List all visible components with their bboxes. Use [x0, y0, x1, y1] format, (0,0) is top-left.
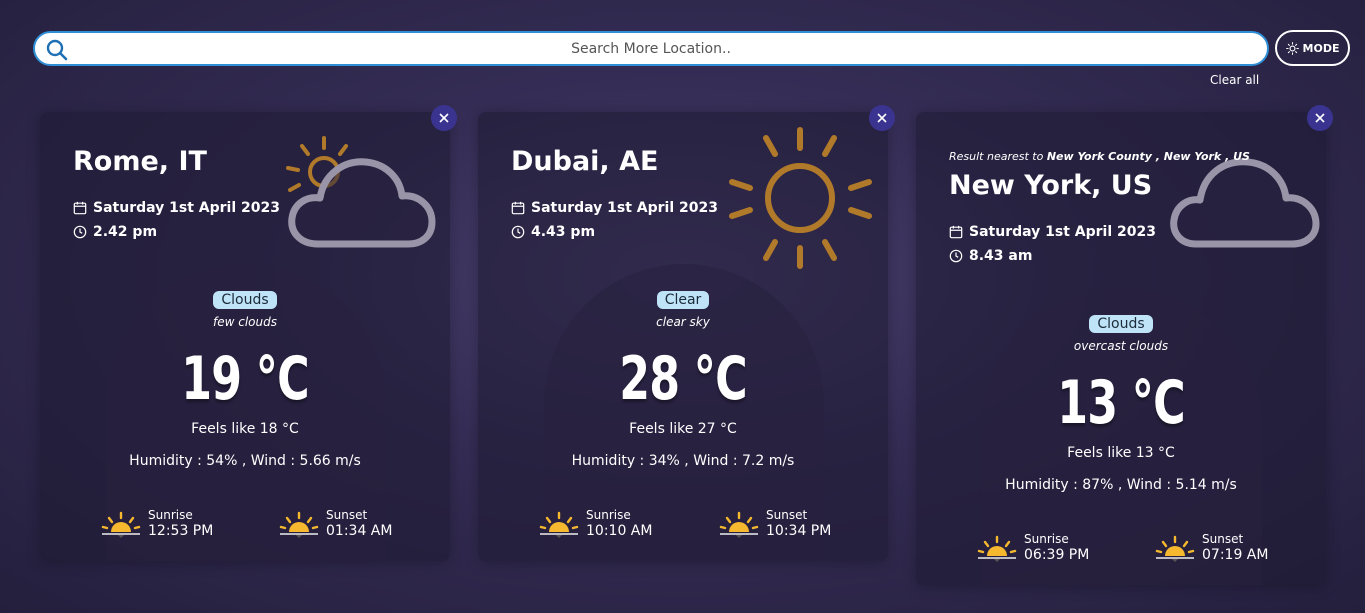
sun-behind-cloud-icon: [286, 136, 436, 248]
sunset-block: Sunset 10:34 PM: [718, 508, 831, 540]
sunset-label: Sunset: [1202, 532, 1244, 546]
sun-outline-icon: [1285, 41, 1299, 55]
cloud-icon: [1170, 158, 1320, 248]
calendar-icon: [949, 225, 963, 239]
time-row: 2.42 pm: [73, 224, 157, 240]
sunrise-time: 06:39 PM: [1024, 547, 1090, 563]
calendar-icon: [511, 201, 525, 215]
date-row: Saturday 1st April 2023: [511, 200, 718, 216]
sunrise-icon: [539, 511, 579, 538]
sunrise-label: Sunrise: [586, 508, 631, 522]
sunrise-time: 10:10 AM: [586, 523, 653, 539]
date-text: Saturday 1st April 2023: [93, 200, 280, 216]
sunset-label: Sunset: [326, 508, 368, 522]
clock-icon: [949, 249, 963, 263]
time-text: 8.43 am: [969, 248, 1033, 264]
feels-like: Feels like 27 °C: [629, 421, 737, 437]
clock-icon: [511, 225, 525, 239]
sunset-time: 07:19 AM: [1202, 547, 1269, 563]
search-bar: [33, 31, 1269, 66]
temperature: 28 °C: [619, 344, 747, 414]
sunset-time: 01:34 AM: [326, 523, 393, 539]
humidity-wind: Humidity : 54% , Wind : 5.66 m/s: [129, 453, 361, 469]
time-text: 4.43 pm: [531, 224, 596, 240]
mode-button-label: MODE: [1302, 41, 1340, 55]
time-row: 8.43 am: [949, 248, 1032, 264]
condition-description: few clouds: [213, 315, 277, 329]
time-text: 2.42 pm: [93, 224, 158, 240]
close-card-new-york-button[interactable]: [1307, 105, 1333, 131]
sunset-block: Sunset 07:19 AM: [1154, 532, 1268, 564]
sunrise-icon: [101, 511, 141, 538]
humidity-wind: Humidity : 34% , Wind : 7.2 m/s: [571, 453, 795, 469]
city-name: Dubai, AE: [511, 146, 659, 177]
weather-card-new-york: Result nearest to New York County , New …: [916, 112, 1326, 585]
feels-like: Feels like 13 °C: [1067, 445, 1175, 461]
condition-description: overcast clouds: [1073, 339, 1169, 353]
sunrise-block: Sunrise 10:10 AM: [538, 508, 652, 540]
clear-all-link[interactable]: Clear all: [1210, 73, 1259, 87]
city-name: New York, US: [949, 170, 1153, 201]
sunset-block: Sunset 01:34 AM: [278, 508, 392, 540]
search-input[interactable]: [35, 33, 1267, 64]
nearest-place: New York County , New York , US: [1046, 150, 1250, 163]
close-icon: [1315, 113, 1325, 123]
city-name: Rome, IT: [73, 146, 207, 177]
sun-icon: [729, 127, 872, 269]
sunset-icon: [719, 511, 759, 538]
temperature: 19 °C: [181, 344, 309, 414]
date-row: Saturday 1st April 2023: [949, 224, 1156, 240]
condition-description: clear sky: [656, 315, 710, 329]
clock-icon: [73, 225, 87, 239]
sunset-icon: [1155, 535, 1195, 562]
sunrise-icon: [977, 535, 1017, 562]
condition-badge: Clouds: [916, 313, 1326, 333]
search-icon[interactable]: [45, 38, 69, 62]
humidity-wind: Humidity : 87% , Wind : 5.14 m/s: [1005, 477, 1237, 493]
date-text: Saturday 1st April 2023: [531, 200, 718, 216]
sunrise-time: 12:53 PM: [148, 523, 214, 539]
weather-card-dubai: Dubai, AE Saturday 1st April 2023 4.43 p…: [478, 112, 888, 561]
close-icon: [439, 113, 449, 123]
close-icon: [877, 113, 887, 123]
feels-like: Feels like 18 °C: [191, 421, 299, 437]
time-row: 4.43 pm: [511, 224, 595, 240]
close-card-rome-button[interactable]: [431, 105, 457, 131]
condition-badge: Clouds: [40, 289, 450, 309]
sunset-time: 10:34 PM: [766, 523, 832, 539]
date-text: Saturday 1st April 2023: [969, 224, 1156, 240]
condition-badge: Clear: [478, 289, 888, 309]
temperature: 13 °C: [1057, 368, 1185, 438]
mode-toggle-button[interactable]: MODE: [1275, 30, 1350, 66]
close-card-dubai-button[interactable]: [869, 105, 895, 131]
sunset-icon: [279, 511, 319, 538]
calendar-icon: [73, 201, 87, 215]
sunrise-block: Sunrise 12:53 PM: [100, 508, 213, 540]
sunset-label: Sunset: [766, 508, 808, 522]
nearest-result-note: Result nearest to New York County , New …: [949, 150, 1250, 163]
sunrise-label: Sunrise: [148, 508, 193, 522]
sunrise-block: Sunrise 06:39 PM: [976, 532, 1089, 564]
date-row: Saturday 1st April 2023: [73, 200, 280, 216]
weather-card-rome: Rome, IT Saturday 1st April 2023 2.42 pm…: [40, 112, 450, 561]
sunrise-label: Sunrise: [1024, 532, 1069, 546]
